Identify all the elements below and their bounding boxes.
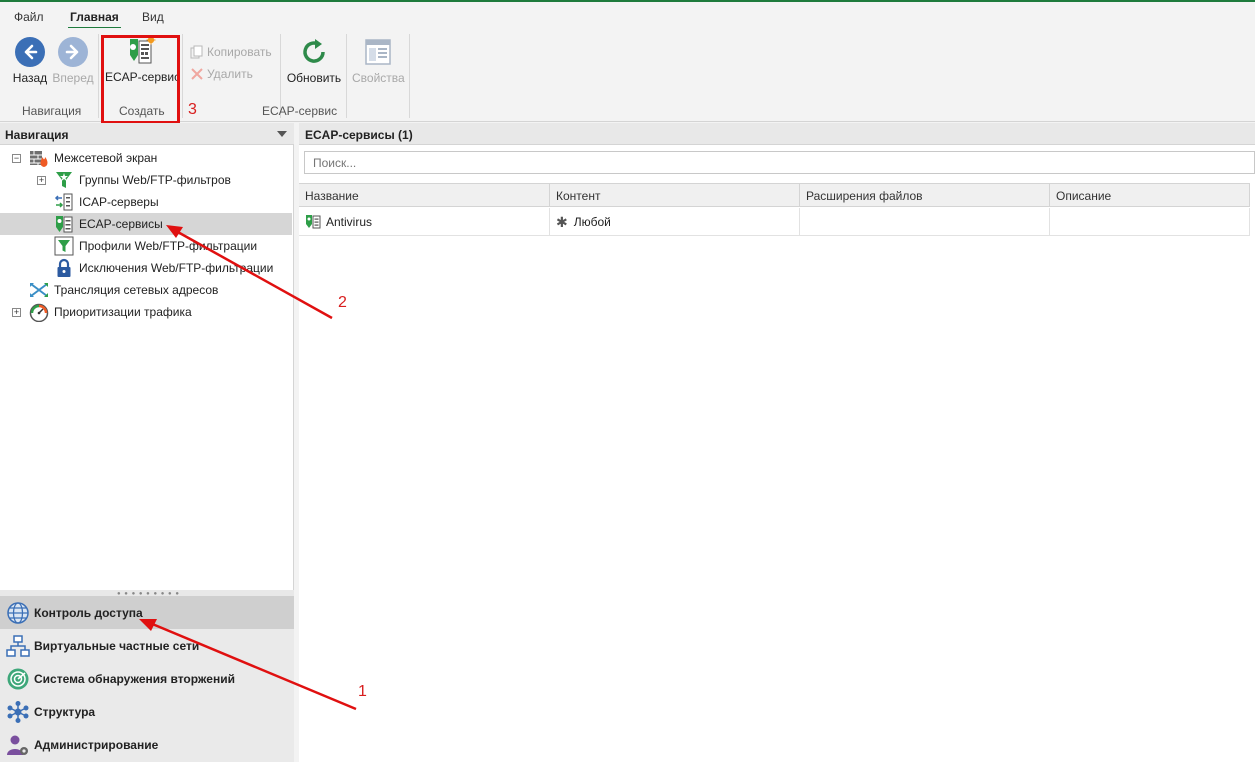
structure-icon [6,700,30,724]
delete-button[interactable]: Удалить [190,67,253,81]
back-button[interactable]: Назад [12,37,48,85]
cell-description [1050,208,1250,236]
forward-arrow-icon [58,37,88,67]
tree-item-label: Приоритизации трафика [54,305,192,319]
section-label: Виртуальные частные сети [34,638,200,653]
annotation-highlight-box [101,35,180,124]
navigation-panel: Навигация − Межсетевой экран + Группы We… [0,123,294,590]
properties-icon [363,37,393,67]
refresh-icon [299,37,329,67]
tab-view[interactable]: Вид [142,10,164,24]
admin-icon [6,733,30,757]
content-title: ECAP-сервисы (1) [299,123,1255,145]
column-header-description[interactable]: Описание [1050,184,1250,207]
tree-item-filter-exceptions[interactable]: Исключения Web/FTP-фильтрации [0,257,292,279]
tree-item-icap-servers[interactable]: ICAP-серверы [0,191,292,213]
annotation-number-3: 3 [188,101,197,118]
radar-icon [6,667,30,691]
expand-toggle-icon[interactable]: + [12,308,21,317]
section-administration[interactable]: Администрирование [0,728,294,761]
cell-name-text: Antivirus [326,215,373,229]
cell-content: ✱ Любой [550,208,800,236]
column-header-content[interactable]: Контент [550,184,800,207]
main-content: ECAP-сервисы (1) Название Контент Расшир… [299,123,1255,762]
table-row[interactable]: Antivirus ✱ Любой [299,208,1250,236]
column-header-extensions[interactable]: Расширения файлов [800,184,1050,207]
network-icon [6,634,30,658]
group-label-navigation: Навигация [22,104,82,118]
properties-button[interactable]: Свойства [352,37,405,85]
section-vpn[interactable]: Виртуальные частные сети [0,629,294,662]
tree-item-traffic-priority[interactable]: + Приоритизации трафика [0,301,292,323]
cell-extensions [800,208,1050,236]
forward-label: Вперед [52,71,94,85]
tab-home[interactable]: Главная [68,10,121,29]
tree-item-label: Межсетевой экран [54,151,158,165]
column-header-name[interactable]: Название [299,184,550,207]
tree-item-label: Профили Web/FTP-фильтрации [79,239,258,253]
section-label: Структура [34,704,96,719]
ribbon-separator [346,34,347,118]
globe-icon [6,601,30,625]
asterisk-icon: ✱ [556,213,568,230]
ribbon-separator [409,34,410,118]
search-input[interactable] [304,151,1255,174]
refresh-label: Обновить [286,71,342,85]
annotation-number-2: 2 [338,294,347,311]
group-label-ecap: ECAP-сервис [262,104,338,118]
back-label: Назад [12,71,48,85]
copy-button[interactable]: Копировать [190,45,272,59]
navigation-sections: Контроль доступа Виртуальные частные сет… [0,596,294,762]
section-access-control[interactable]: Контроль доступа [0,596,294,629]
ecap-service-icon [305,214,321,230]
icap-server-icon [54,192,74,212]
filter-profile-icon [54,236,74,256]
cell-content-text: Любой [573,215,611,229]
section-label: Контроль доступа [34,605,143,620]
table-header: Название Контент Расширения файлов Описа… [299,183,1250,207]
collapse-toggle-icon[interactable]: − [12,154,21,163]
tree-item-filter-groups[interactable]: + Группы Web/FTP-фильтров [0,169,292,191]
tree-item-filter-profiles[interactable]: Профили Web/FTP-фильтрации [0,235,292,257]
speedometer-icon [29,302,49,322]
tree-item-label: Трансляция сетевых адресов [54,283,219,297]
tree-item-label: Группы Web/FTP-фильтров [79,173,231,187]
refresh-button[interactable]: Обновить [286,37,342,85]
tab-file[interactable]: Файл [14,10,44,24]
navigation-header-label: Навигация [5,128,69,142]
delete-x-icon [190,67,204,81]
tree-item-label: ECAP-сервисы [79,217,163,231]
filter-group-icon [54,170,74,190]
copy-icon [190,45,204,59]
ecap-service-icon [54,214,74,234]
tree-item-firewall[interactable]: − Межсетевой экран [0,147,292,169]
properties-label: Свойства [352,71,405,85]
section-label: Администрирование [34,737,159,752]
expand-toggle-icon[interactable]: + [37,176,46,185]
back-arrow-icon [15,37,45,67]
chevron-down-icon[interactable] [277,131,287,137]
delete-label: Удалить [207,67,253,81]
lock-icon [54,258,74,278]
forward-button[interactable]: Вперед [52,37,94,85]
section-label: Система обнаружения вторжений [34,671,235,686]
tree-item-label: Исключения Web/FTP-фильтрации [79,261,274,275]
tree-item-nat[interactable]: Трансляция сетевых адресов [0,279,292,301]
ribbon-tabs: Файл Главная Вид [0,2,1255,29]
tree-item-label: ICAP-серверы [79,195,159,209]
firewall-icon [29,148,49,168]
section-structure[interactable]: Структура [0,695,294,728]
section-ids[interactable]: Система обнаружения вторжений [0,662,294,695]
navigation-header[interactable]: Навигация [0,123,294,145]
ribbon-separator [182,34,183,118]
tree-item-ecap-services[interactable]: ECAP-сервисы [0,213,292,235]
cell-name: Antivirus [299,208,550,236]
ribbon-separator [98,34,99,118]
nat-icon [29,280,49,300]
copy-label: Копировать [207,45,272,59]
annotation-number-1: 1 [358,683,367,700]
